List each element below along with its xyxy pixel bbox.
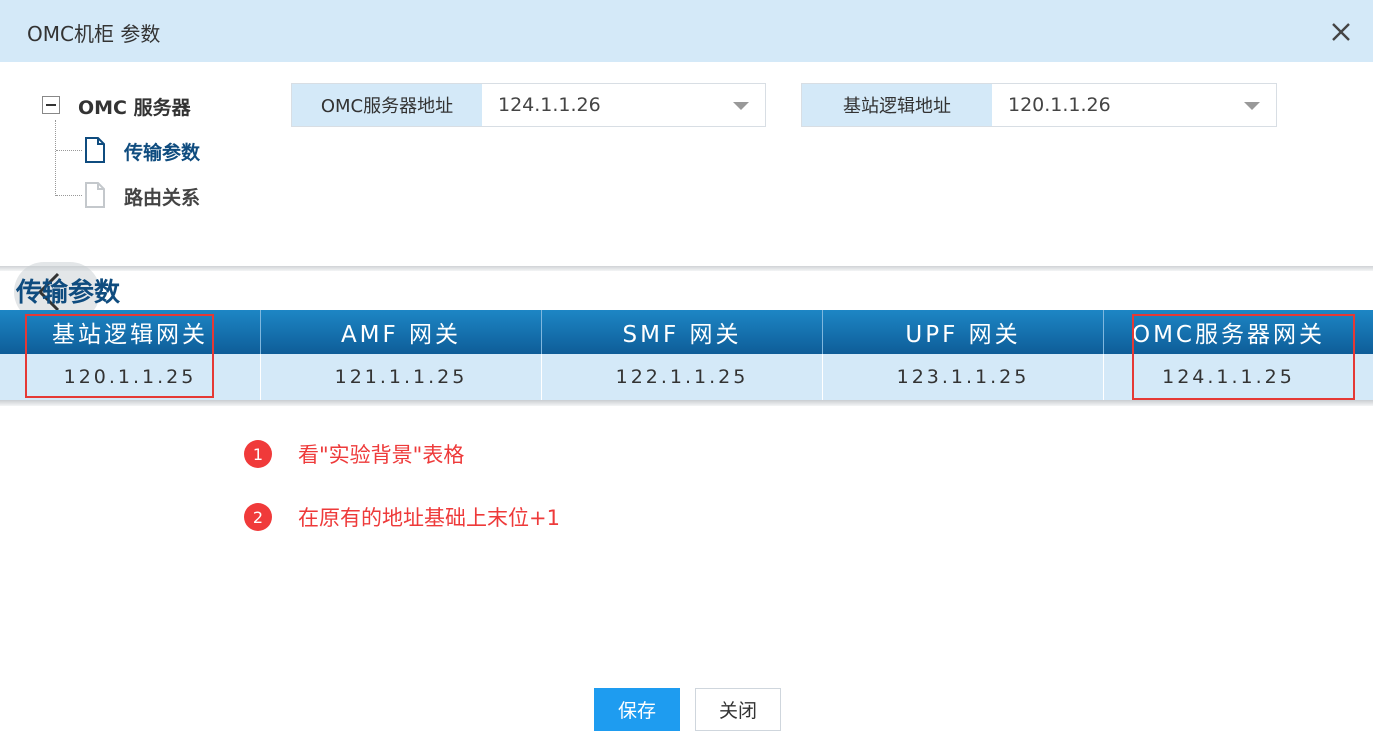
omc-server-address-select[interactable]: 124.1.1.26 xyxy=(482,84,765,126)
save-button[interactable]: 保存 xyxy=(594,688,680,731)
tree-connector xyxy=(56,150,82,151)
note-text: 看"实验背景"表格 xyxy=(298,443,465,467)
table-cell[interactable]: 123.1.1.25 xyxy=(823,354,1104,400)
section-title: 传输参数 xyxy=(16,278,121,308)
dialog: OMC机柜 参数 OMC 服务器 传输参数 路由关系 OMC服务器地址 124.… xyxy=(0,0,1373,743)
base-station-logic-address-value: 120.1.1.26 xyxy=(1008,94,1111,116)
table-cell[interactable]: 122.1.1.25 xyxy=(542,354,823,400)
close-button[interactable]: 关闭 xyxy=(695,688,781,731)
note-number-badge: 1 xyxy=(244,440,272,468)
file-icon xyxy=(84,137,106,163)
note-number-badge: 2 xyxy=(244,503,272,531)
highlight-box xyxy=(1132,314,1355,400)
tree-item-routing[interactable]: 路由关系 xyxy=(124,183,200,210)
column-header: AMF 网关 xyxy=(261,310,542,354)
tree-root-label: OMC 服务器 xyxy=(78,97,191,119)
column-header: SMF 网关 xyxy=(542,310,823,354)
omc-server-address-value: 124.1.1.26 xyxy=(498,94,601,116)
dialog-title: OMC机柜 参数 xyxy=(27,22,161,46)
omc-server-address-label: OMC服务器地址 xyxy=(292,84,482,126)
close-icon[interactable] xyxy=(1325,16,1357,48)
base-station-logic-address-label: 基站逻辑地址 xyxy=(802,84,992,126)
note-text: 在原有的地址基础上末位+1 xyxy=(298,506,560,530)
omc-server-address-field: OMC服务器地址 124.1.1.26 xyxy=(291,83,766,127)
file-icon xyxy=(84,182,106,208)
column-header: UPF 网关 xyxy=(823,310,1104,354)
table-cell[interactable]: 121.1.1.25 xyxy=(261,354,542,400)
tree-connector xyxy=(55,120,56,196)
dialog-header: OMC机柜 参数 xyxy=(0,0,1373,62)
tree-connector xyxy=(56,195,82,196)
base-station-logic-address-field: 基站逻辑地址 120.1.1.26 xyxy=(801,83,1277,127)
tree-item-transmission-params[interactable]: 传输参数 xyxy=(124,138,200,165)
collapse-icon[interactable] xyxy=(42,96,60,114)
section-divider xyxy=(0,266,1373,271)
table-bottom-divider xyxy=(0,400,1373,406)
base-station-logic-address-select[interactable]: 120.1.1.26 xyxy=(992,84,1276,126)
chevron-down-icon[interactable] xyxy=(733,102,749,110)
note-item: 1 看"实验背景"表格 xyxy=(244,439,464,469)
chevron-down-icon[interactable] xyxy=(1244,102,1260,110)
highlight-box xyxy=(25,314,214,398)
note-item: 2 在原有的地址基础上末位+1 xyxy=(244,502,560,532)
